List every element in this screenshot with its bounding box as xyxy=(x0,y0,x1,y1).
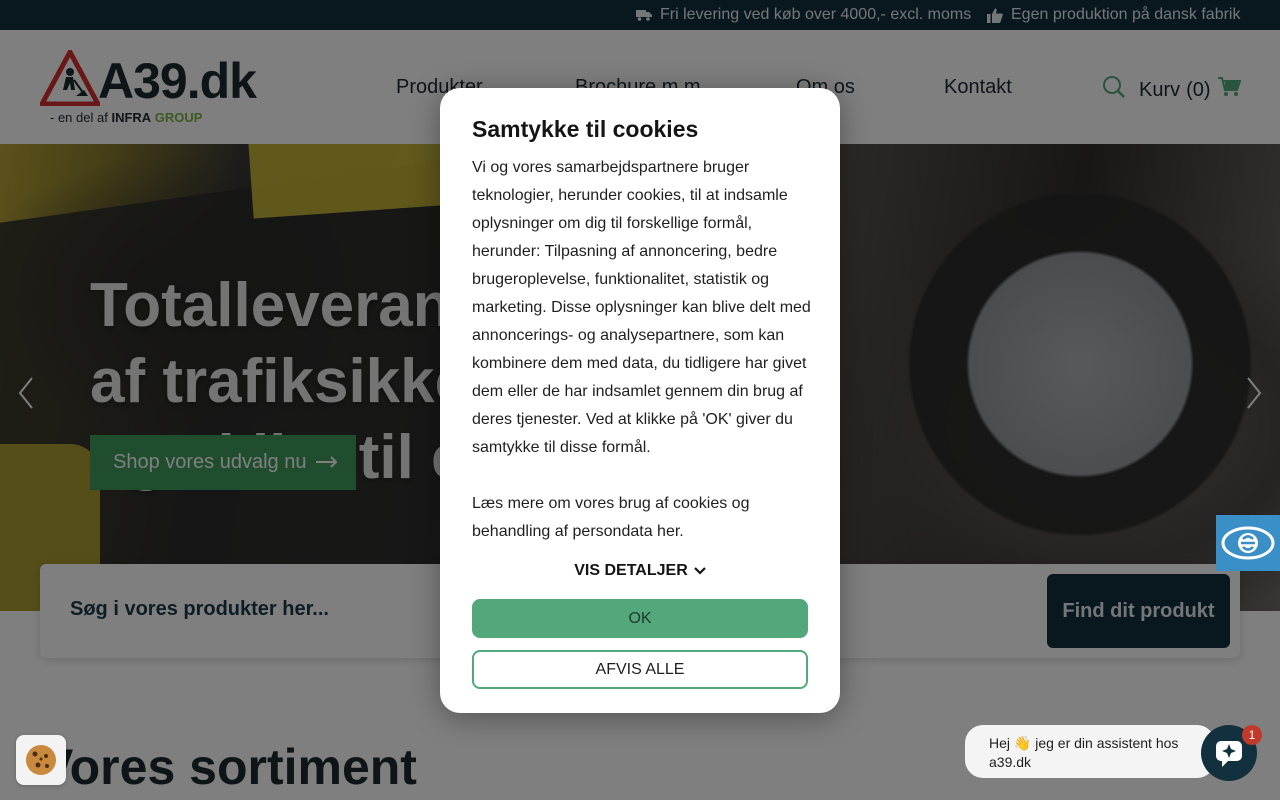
show-details-label: VIS DETALJER xyxy=(574,562,688,579)
reject-all-cookies-button[interactable]: AFVIS ALLE xyxy=(472,650,808,689)
cookie-dialog-body: Vi og vores samarbejdspartnere bruger te… xyxy=(472,159,811,456)
chat-notification-badge: 1 xyxy=(1242,725,1262,745)
cookie-dialog-title: Samtykke til cookies xyxy=(472,116,699,142)
chat-greeting-bubble[interactable]: Hej 👋 jeg er din assistent hos a39.dk xyxy=(965,725,1215,778)
cookie-policy-link[interactable]: Læs mere om vores brug af cookies og beh… xyxy=(472,490,812,546)
show-details-toggle[interactable]: VIS DETALJER xyxy=(440,562,840,580)
chevron-down-icon xyxy=(693,562,706,580)
accessibility-eye-icon[interactable] xyxy=(1216,515,1280,571)
accept-cookies-button[interactable]: OK xyxy=(472,599,808,638)
cookie-consent-dialog: Samtykke til cookies Vi og vores samarbe… xyxy=(440,88,840,713)
cookie-settings-icon[interactable] xyxy=(16,735,66,785)
